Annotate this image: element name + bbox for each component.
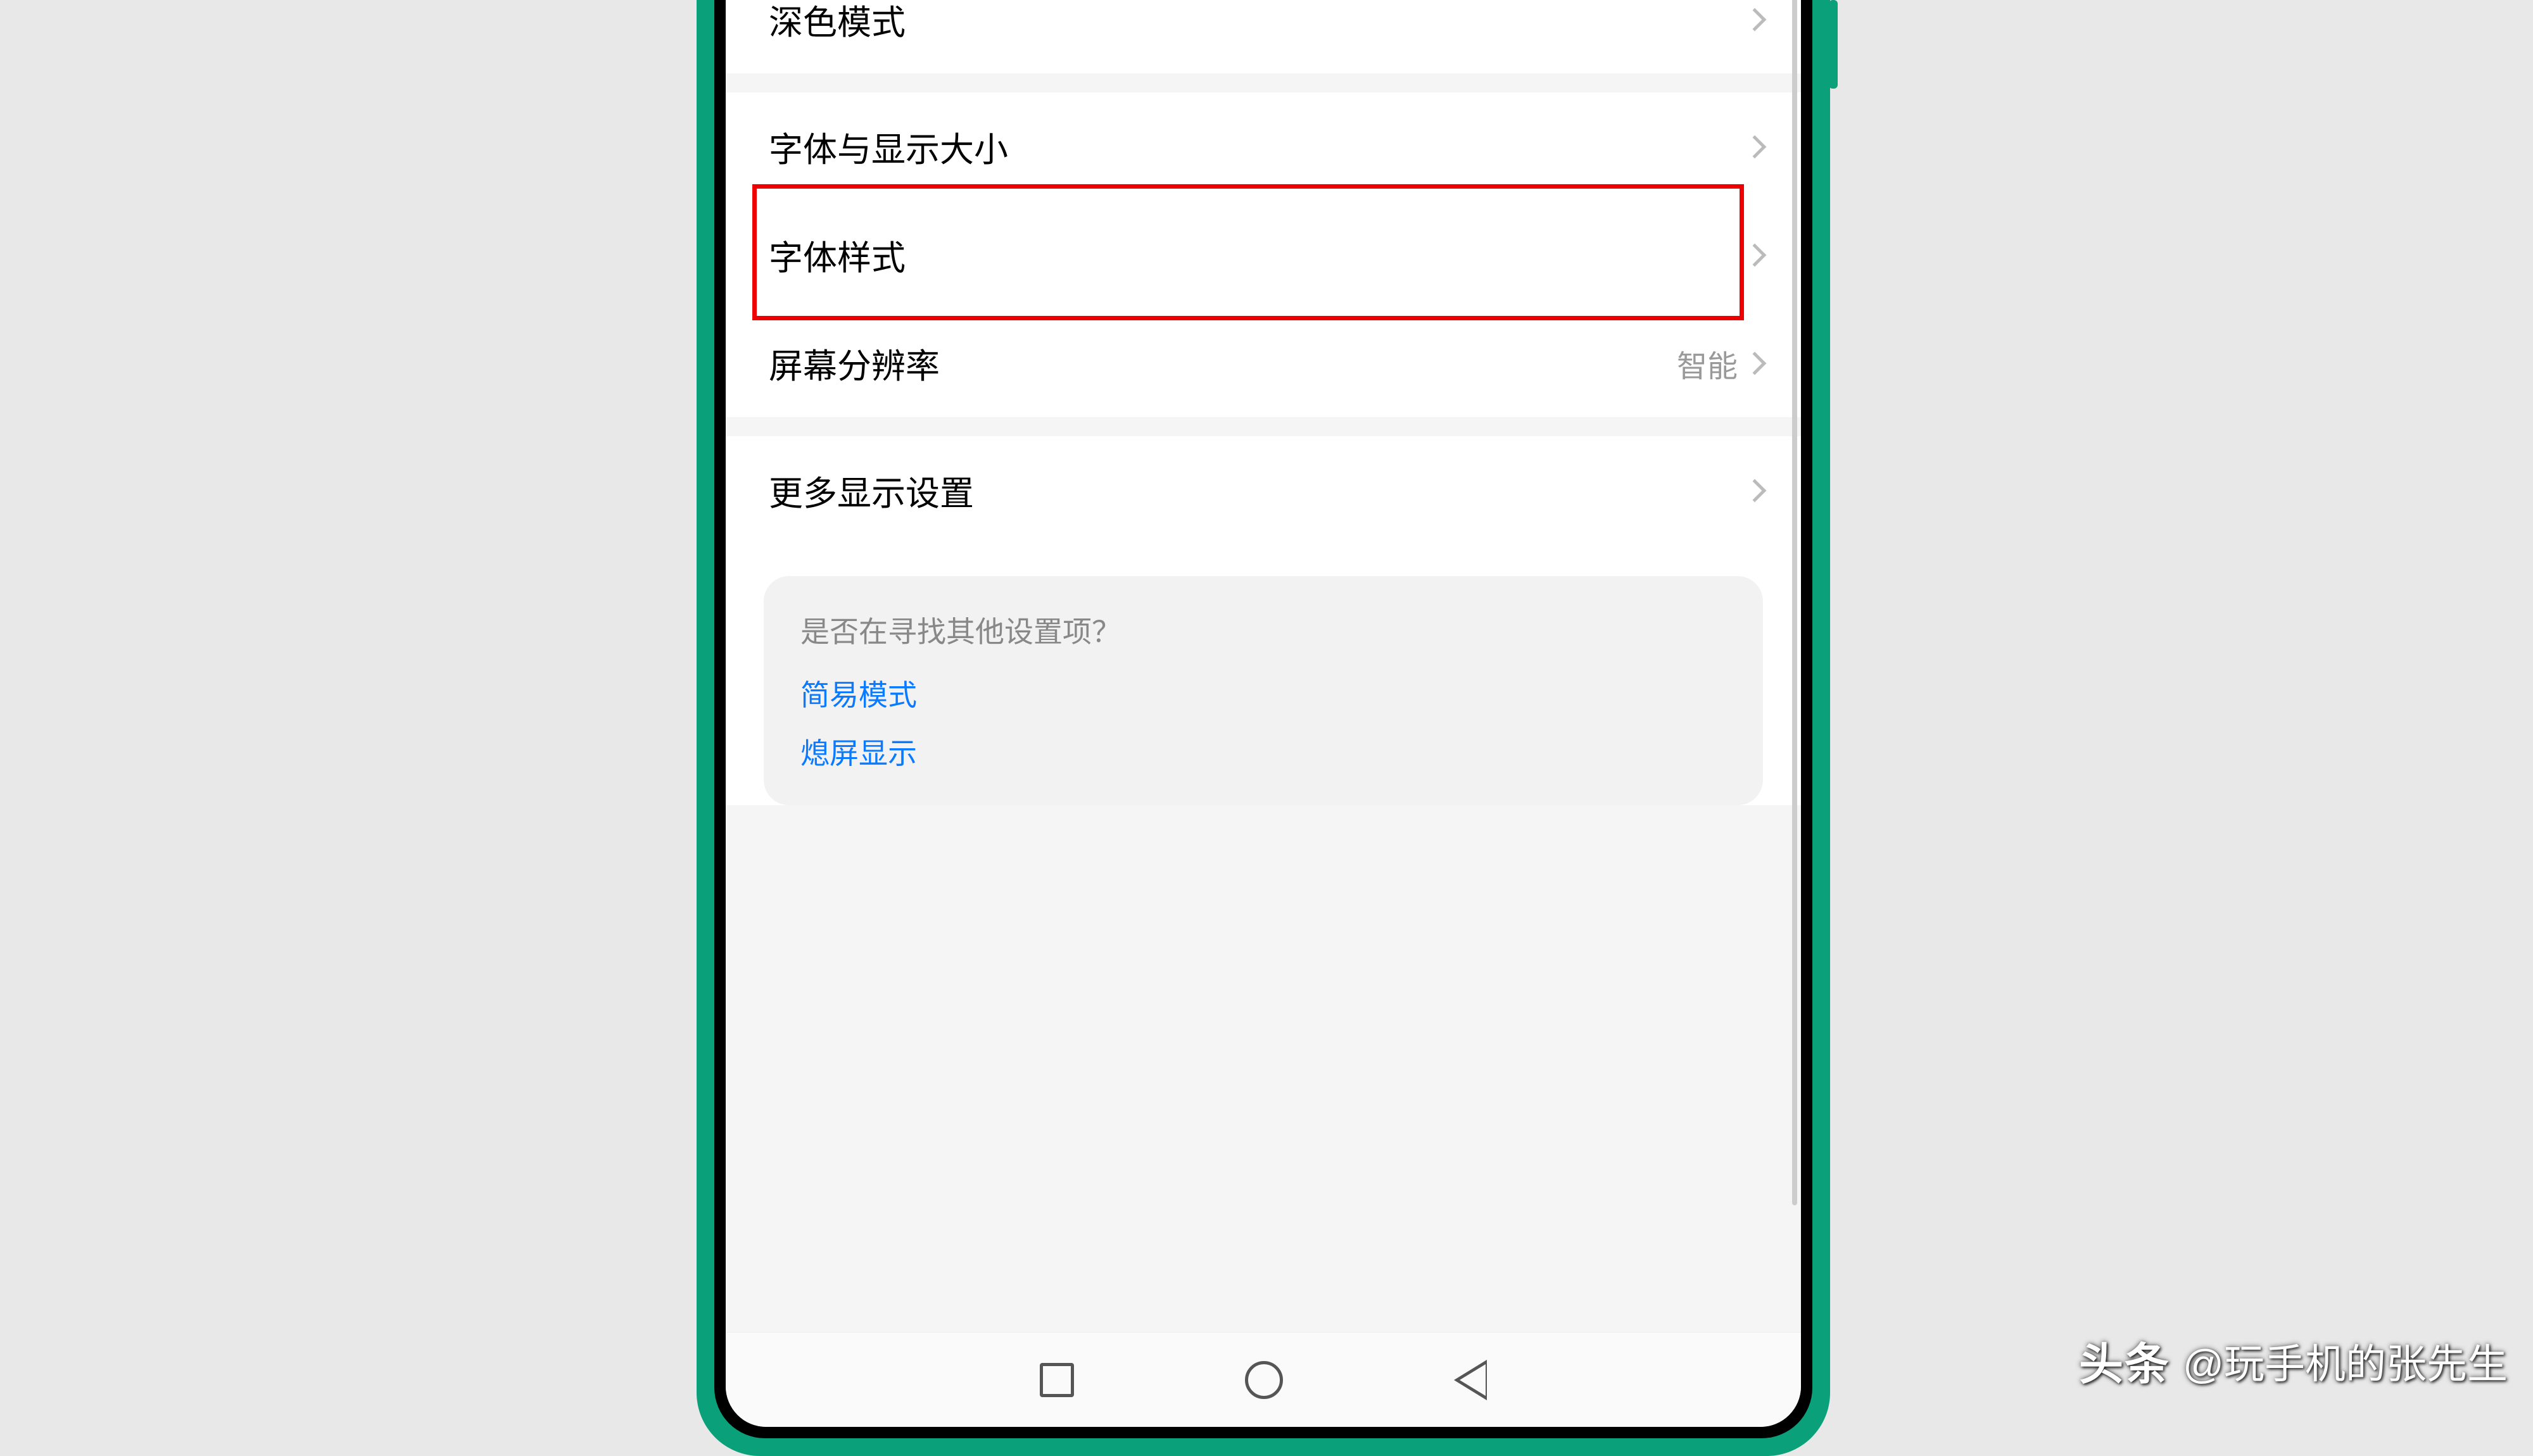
settings-item-screen-resolution[interactable]: 屏幕分辨率 智能	[726, 309, 1801, 417]
item-value: 智能	[1677, 341, 1738, 386]
chevron-right-icon	[1743, 135, 1767, 158]
watermark-author: @玩手机的张先生	[2183, 1332, 2508, 1390]
nav-home-button[interactable]	[1245, 1361, 1283, 1399]
scrollbar[interactable]	[1792, 0, 1797, 1205]
system-nav-bar	[726, 1332, 1801, 1427]
power-button	[1829, 0, 1838, 89]
settings-item-font-style[interactable]: 字体样式	[726, 201, 1801, 309]
nav-back-button[interactable]	[1454, 1360, 1487, 1400]
chevron-right-icon	[1743, 8, 1767, 31]
item-label: 深色模式	[769, 0, 906, 44]
item-right	[1747, 482, 1763, 499]
settings-item-font-size[interactable]: 字体与显示大小	[726, 92, 1801, 201]
item-right	[1747, 139, 1763, 155]
settings-item-more-display[interactable]: 更多显示设置	[726, 436, 1801, 544]
phone-screen: 护眼模式 深色模式 字体与显示大小	[726, 0, 1801, 1427]
triangle-left-icon	[1454, 1360, 1487, 1400]
nav-recent-button[interactable]	[1040, 1363, 1074, 1397]
circle-icon	[1245, 1361, 1283, 1399]
item-label: 字体与显示大小	[769, 122, 1008, 172]
item-label: 屏幕分辨率	[769, 338, 940, 388]
settings-section-1: 护眼模式 深色模式	[726, 0, 1801, 73]
item-right	[1747, 11, 1763, 28]
suggestion-link-always-on-display[interactable]: 熄屏显示	[800, 731, 1726, 772]
item-right	[1747, 247, 1763, 263]
chevron-right-icon	[1743, 243, 1767, 267]
chevron-right-icon	[1743, 479, 1767, 502]
watermark: 头条 @玩手机的张先生	[2079, 1329, 2508, 1393]
search-suggestions-card: 是否在寻找其他设置项？ 简易模式 熄屏显示	[764, 576, 1763, 805]
settings-item-dark-mode[interactable]: 深色模式	[726, 0, 1801, 73]
watermark-brand: 头条	[2079, 1329, 2170, 1393]
suggestion-link-simple-mode[interactable]: 简易模式	[800, 672, 1726, 714]
square-icon	[1040, 1363, 1074, 1397]
phone-frame: 护眼模式 深色模式 字体与显示大小	[697, 0, 1830, 1456]
settings-section-3: 更多显示设置 是否在寻找其他设置项？ 简易模式 熄屏显示	[726, 436, 1801, 805]
chevron-right-icon	[1743, 351, 1767, 375]
item-right: 智能	[1677, 341, 1763, 386]
settings-section-2: 字体与显示大小 字体样式 屏幕分辨率	[726, 92, 1801, 417]
item-label: 字体样式	[769, 230, 906, 280]
item-label: 更多显示设置	[769, 465, 974, 515]
phone-bezel: 护眼模式 深色模式 字体与显示大小	[714, 0, 1812, 1438]
settings-scroll-area[interactable]: 护眼模式 深色模式 字体与显示大小	[726, 0, 1801, 1332]
suggestions-title: 是否在寻找其他设置项？	[800, 609, 1726, 651]
